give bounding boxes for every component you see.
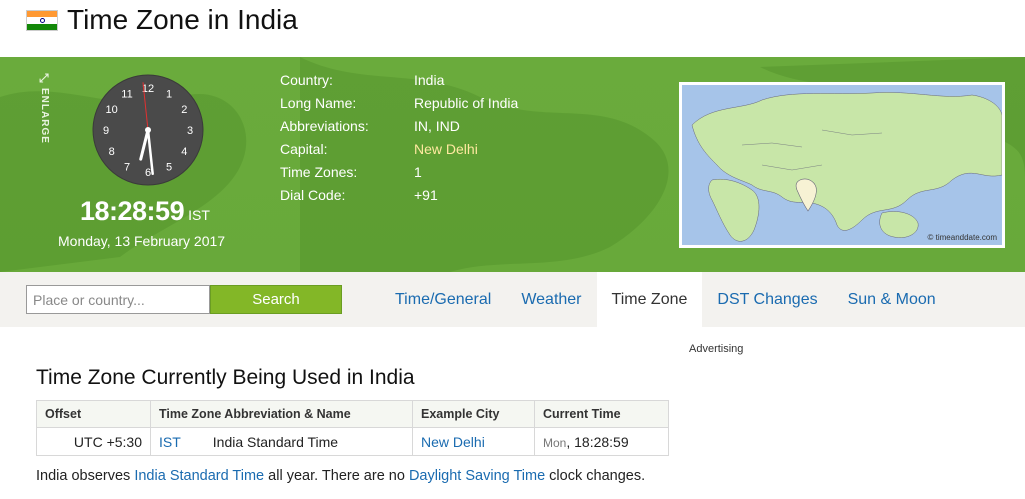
fact-link[interactable]: New Delhi: [414, 141, 478, 157]
title-bar: Time Zone in India: [0, 0, 1025, 57]
clock-number: 11: [121, 89, 132, 101]
table-header-row: Offset Time Zone Abbreviation & Name Exa…: [36, 400, 669, 428]
digital-time: 18:28:59 IST: [80, 196, 210, 227]
column-header: Current Time: [534, 400, 669, 428]
table-row: UTC +5:30 IST India Standard Time New Del…: [36, 427, 669, 456]
advertising-label: Advertising: [689, 343, 744, 355]
column-header: Offset: [36, 400, 151, 428]
clock-number: 4: [181, 146, 187, 158]
map-graphic: [691, 92, 1002, 242]
enlarge-button[interactable]: ⤢ ENLARGE: [36, 71, 54, 144]
expand-icon: ⤢: [39, 71, 50, 85]
fact-key: Capital:: [280, 141, 328, 157]
dst-link[interactable]: Daylight Saving Time: [409, 468, 545, 484]
section-title: Time Zone Currently Being Used in India: [36, 366, 415, 389]
city-link[interactable]: New Delhi: [421, 434, 485, 450]
abbr-link[interactable]: IST: [159, 434, 181, 450]
search-input[interactable]: [26, 285, 210, 314]
note-text: all year. There are no: [264, 468, 409, 484]
india-flag-icon: [26, 10, 58, 31]
timezone-table: Offset Time Zone Abbreviation & Name Exa…: [36, 400, 669, 456]
note-text: clock changes.: [545, 468, 646, 484]
current-time-cell: Mon, 18:28:59: [534, 427, 669, 456]
column-header: Example City: [412, 400, 535, 428]
fact-value: India: [414, 72, 445, 88]
timezone-abbr: IST: [188, 207, 210, 223]
day-label: Mon: [543, 435, 567, 450]
search-nav-bar: Search Time/GeneralWeatherTime ZoneDST C…: [0, 272, 1025, 327]
fact-key: Country:: [280, 72, 333, 88]
tab-sun-moon[interactable]: Sun & Moon: [833, 272, 951, 327]
time-value: , 18:28:59: [566, 433, 629, 450]
page-title: Time Zone in India: [67, 4, 298, 35]
tab-time-zone[interactable]: Time Zone: [596, 272, 703, 327]
clock-number: 7: [124, 161, 130, 173]
clock-number: 9: [103, 125, 109, 137]
clock-number: 10: [106, 104, 118, 116]
abbr-name-cell: IST India Standard Time: [150, 427, 413, 456]
map-credit: © timeanddate.com: [927, 233, 997, 242]
note-text: India observes: [36, 468, 135, 484]
fact-key: Dial Code:: [280, 187, 346, 203]
clock-number: 3: [187, 125, 193, 137]
clock-number: 5: [166, 161, 172, 173]
current-time: 18:28:59: [80, 196, 185, 226]
clock-number: 8: [109, 146, 115, 158]
fact-key: Long Name:: [280, 95, 357, 111]
city-cell: New Delhi: [412, 427, 535, 456]
map-canvas: © timeanddate.com: [682, 85, 1002, 245]
fact-value: Republic of India: [414, 95, 519, 111]
fact-value: +91: [414, 187, 438, 203]
tab-time-general[interactable]: Time/General: [380, 272, 506, 327]
analog-clock: 12 1234567891011: [92, 74, 204, 186]
section-tabs: Time/General Weather Time Zone DST Changes S…: [380, 272, 951, 327]
fact-key: Time Zones:: [280, 164, 358, 180]
clock-number: 2: [181, 104, 187, 116]
clock-number: 1: [166, 89, 172, 101]
dst-note: India observes India Standard Time all y…: [36, 468, 645, 484]
tab-dst-changes[interactable]: DST Changes: [702, 272, 832, 327]
clock-number: 6: [145, 167, 151, 179]
offset-cell: UTC +5:30: [36, 427, 151, 456]
search-button[interactable]: Search: [210, 285, 342, 314]
column-header: Time Zone Abbreviation & Name: [150, 400, 413, 428]
fact-key: Abbreviations:: [280, 118, 369, 134]
fact-value: IN, IND: [414, 118, 460, 134]
enlarge-label: ENLARGE: [39, 88, 50, 144]
current-date: Monday, 13 February 2017: [58, 233, 226, 249]
world-map[interactable]: © timeanddate.com: [679, 82, 1005, 248]
ist-link[interactable]: India Standard Time: [134, 468, 264, 484]
zone-name: India Standard Time: [212, 433, 339, 450]
fact-value: 1: [414, 164, 422, 180]
tab-weather[interactable]: Weather: [506, 272, 596, 327]
